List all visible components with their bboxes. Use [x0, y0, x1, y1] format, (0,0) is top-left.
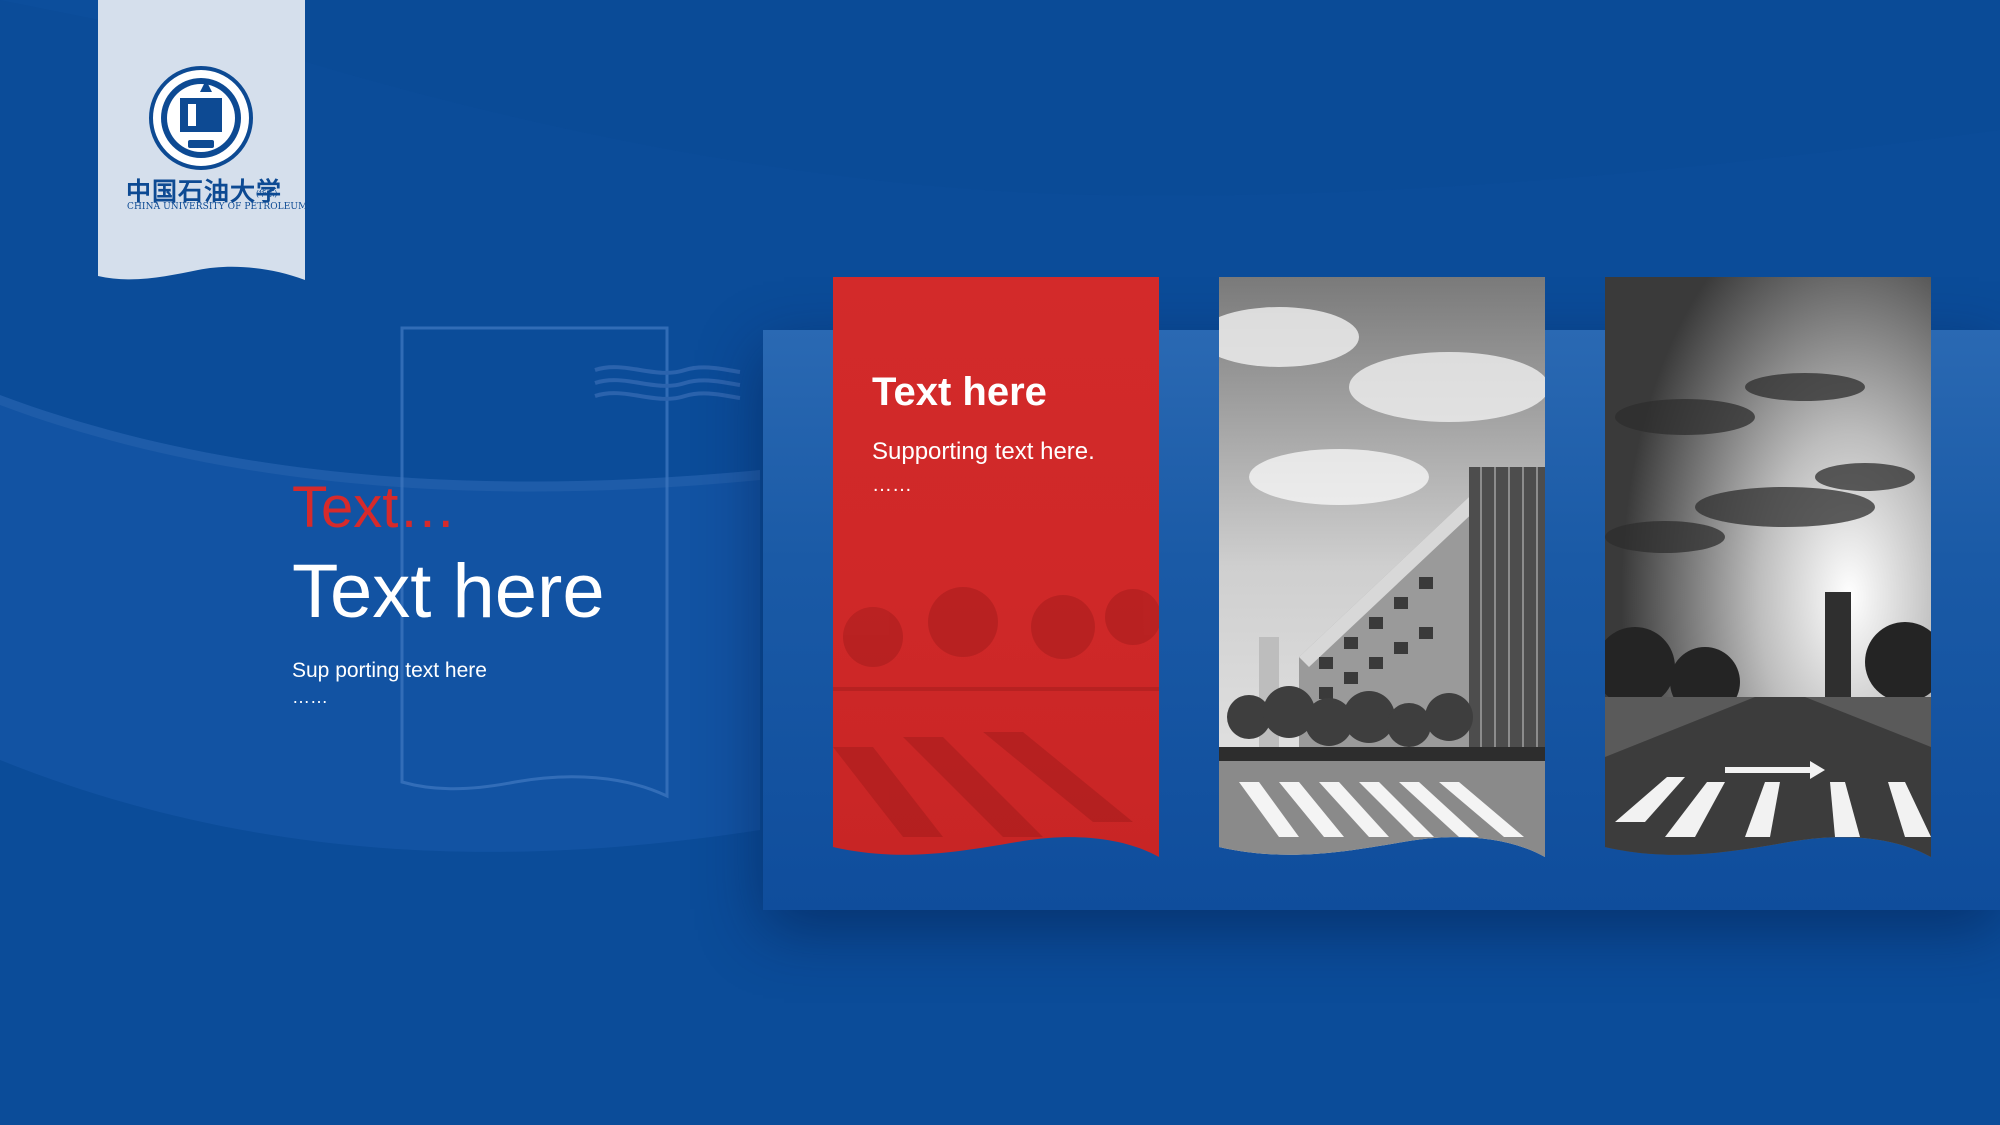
- university-english-name: CHINA UNIVERSITY OF PETROLEUM: [127, 202, 308, 212]
- logo-tab: [98, 0, 305, 282]
- logo-tab-shape: [98, 0, 305, 280]
- card-road-photo: [1605, 277, 1931, 857]
- slide: 中国石油大学 (华东) CHINA UNIVERSITY OF PETROLEU…: [0, 0, 2000, 1125]
- campus-tag: (华东): [256, 189, 278, 198]
- card-red-shape: [833, 277, 1159, 857]
- university-seal-icon: [149, 66, 253, 170]
- building-photo-image: [1219, 277, 1545, 857]
- card-red-ellipsis: ……: [872, 474, 912, 496]
- card-red: [833, 277, 1159, 857]
- card-red-supporting: Supporting text here.: [872, 438, 1095, 465]
- card-red-title: Text here: [872, 370, 1047, 414]
- card-building-photo: [1219, 277, 1545, 857]
- road-photo-image: [1605, 277, 1931, 857]
